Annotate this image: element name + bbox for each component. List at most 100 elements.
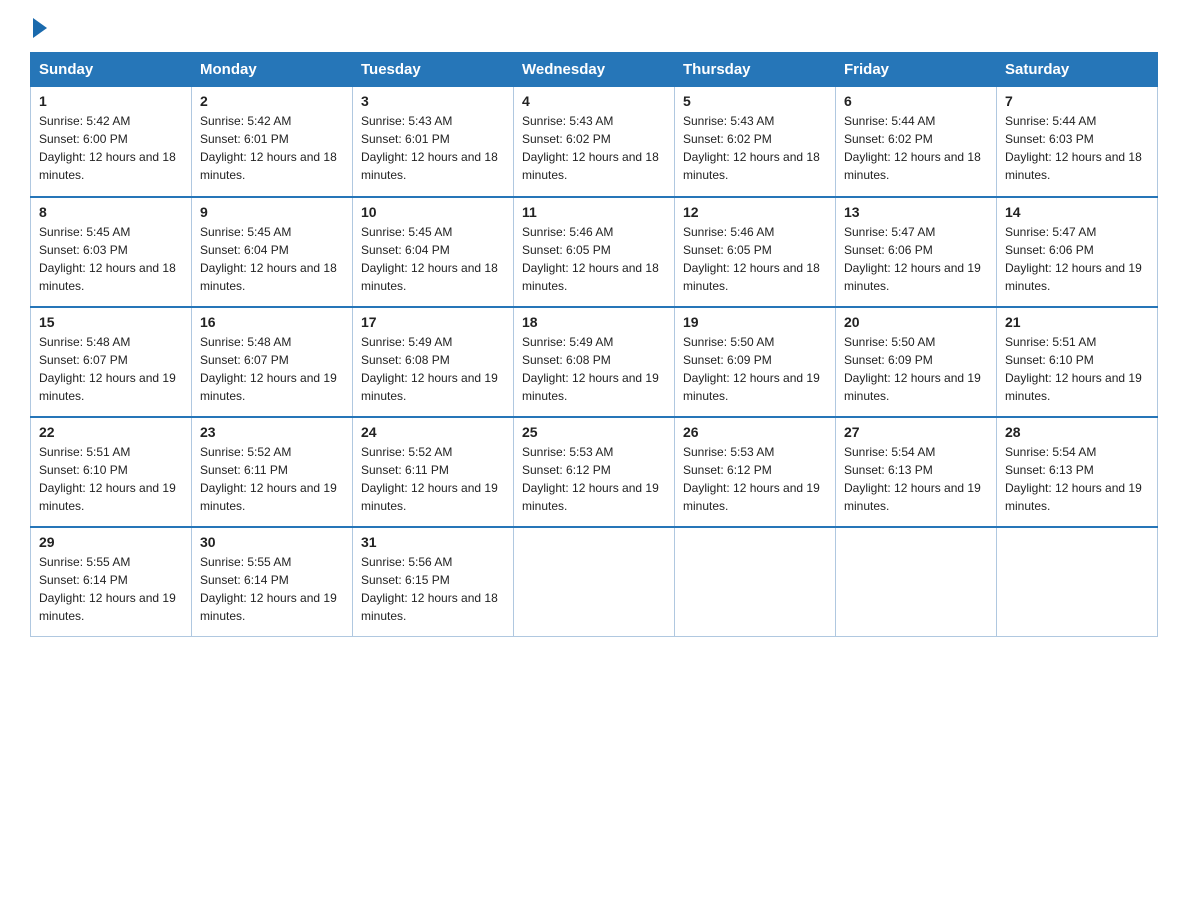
calendar-day-cell: 1 Sunrise: 5:42 AMSunset: 6:00 PMDaylight… xyxy=(31,87,192,197)
day-number: 2 xyxy=(200,93,344,109)
calendar-week-row: 15Sunrise: 5:48 AMSunset: 6:07 PMDayligh… xyxy=(31,307,1158,417)
day-info: Sunrise: 5:49 AMSunset: 6:08 PMDaylight:… xyxy=(522,333,666,405)
calendar-day-cell xyxy=(675,527,836,637)
day-info: Sunrise: 5:46 AMSunset: 6:05 PMDaylight:… xyxy=(522,223,666,295)
calendar-day-cell: 14 Sunrise: 5:47 AMSunset: 6:06 PMDayligh… xyxy=(997,197,1158,307)
day-number: 18 xyxy=(522,314,666,330)
calendar-day-cell: 7 Sunrise: 5:44 AMSunset: 6:03 PMDaylight… xyxy=(997,87,1158,197)
calendar-day-cell: 26Sunrise: 5:53 AMSunset: 6:12 PMDayligh… xyxy=(675,417,836,527)
day-info: Sunrise: 5:42 AMSunset: 6:00 PMDaylight:… xyxy=(39,112,183,184)
day-info: Sunrise: 5:45 AMSunset: 6:04 PMDaylight:… xyxy=(200,223,344,295)
calendar-day-cell: 12 Sunrise: 5:46 AMSunset: 6:05 PMDayligh… xyxy=(675,197,836,307)
calendar-day-cell: 18 Sunrise: 5:49 AMSunset: 6:08 PMDayligh… xyxy=(514,307,675,417)
day-number: 23 xyxy=(200,424,344,440)
day-number: 16 xyxy=(200,314,344,330)
day-number: 20 xyxy=(844,314,988,330)
day-info: Sunrise: 5:50 AMSunset: 6:09 PMDaylight:… xyxy=(683,333,827,405)
day-number: 21 xyxy=(1005,314,1149,330)
calendar-day-cell: 30 Sunrise: 5:55 AMSunset: 6:14 PMDayligh… xyxy=(192,527,353,637)
day-info: Sunrise: 5:48 AMSunset: 6:07 PMDaylight:… xyxy=(200,333,344,405)
day-number: 9 xyxy=(200,204,344,220)
day-info: Sunrise: 5:49 AMSunset: 6:08 PMDaylight:… xyxy=(361,333,505,405)
day-number: 25 xyxy=(522,424,666,440)
day-info: Sunrise: 5:52 AMSunset: 6:11 PMDaylight:… xyxy=(200,443,344,515)
day-number: 11 xyxy=(522,204,666,220)
day-info: Sunrise: 5:51 AMSunset: 6:10 PMDaylight:… xyxy=(1005,333,1149,405)
day-number: 12 xyxy=(683,204,827,220)
calendar-table: SundayMondayTuesdayWednesdayThursdayFrid… xyxy=(30,52,1158,637)
day-info: Sunrise: 5:47 AMSunset: 6:06 PMDaylight:… xyxy=(844,223,988,295)
calendar-day-cell: 8 Sunrise: 5:45 AMSunset: 6:03 PMDaylight… xyxy=(31,197,192,307)
day-number: 10 xyxy=(361,204,505,220)
day-number: 27 xyxy=(844,424,988,440)
calendar-day-cell: 29 Sunrise: 5:55 AMSunset: 6:14 PMDayligh… xyxy=(31,527,192,637)
day-number: 31 xyxy=(361,534,505,550)
calendar-week-row: 29 Sunrise: 5:55 AMSunset: 6:14 PMDayligh… xyxy=(31,527,1158,637)
calendar-day-cell: 13 Sunrise: 5:47 AMSunset: 6:06 PMDayligh… xyxy=(836,197,997,307)
day-number: 28 xyxy=(1005,424,1149,440)
calendar-day-cell: 2 Sunrise: 5:42 AMSunset: 6:01 PMDaylight… xyxy=(192,87,353,197)
day-info: Sunrise: 5:48 AMSunset: 6:07 PMDaylight:… xyxy=(39,333,183,405)
day-info: Sunrise: 5:42 AMSunset: 6:01 PMDaylight:… xyxy=(200,112,344,184)
calendar-day-cell: 15Sunrise: 5:48 AMSunset: 6:07 PMDayligh… xyxy=(31,307,192,417)
day-info: Sunrise: 5:53 AMSunset: 6:12 PMDaylight:… xyxy=(522,443,666,515)
day-number: 13 xyxy=(844,204,988,220)
page-header xyxy=(30,20,1158,34)
calendar-day-cell: 17Sunrise: 5:49 AMSunset: 6:08 PMDayligh… xyxy=(353,307,514,417)
day-number: 26 xyxy=(683,424,827,440)
calendar-day-cell: 10 Sunrise: 5:45 AMSunset: 6:04 PMDayligh… xyxy=(353,197,514,307)
calendar-day-cell: 22 Sunrise: 5:51 AMSunset: 6:10 PMDayligh… xyxy=(31,417,192,527)
calendar-day-cell: 6 Sunrise: 5:44 AMSunset: 6:02 PMDaylight… xyxy=(836,87,997,197)
calendar-day-cell: 31Sunrise: 5:56 AMSunset: 6:15 PMDayligh… xyxy=(353,527,514,637)
day-number: 22 xyxy=(39,424,183,440)
column-header-monday: Monday xyxy=(192,53,353,87)
column-header-tuesday: Tuesday xyxy=(353,53,514,87)
day-info: Sunrise: 5:55 AMSunset: 6:14 PMDaylight:… xyxy=(39,553,183,625)
day-number: 4 xyxy=(522,93,666,109)
column-header-saturday: Saturday xyxy=(997,53,1158,87)
day-number: 30 xyxy=(200,534,344,550)
day-info: Sunrise: 5:47 AMSunset: 6:06 PMDaylight:… xyxy=(1005,223,1149,295)
day-info: Sunrise: 5:44 AMSunset: 6:02 PMDaylight:… xyxy=(844,112,988,184)
day-number: 8 xyxy=(39,204,183,220)
column-header-friday: Friday xyxy=(836,53,997,87)
calendar-header-row: SundayMondayTuesdayWednesdayThursdayFrid… xyxy=(31,53,1158,87)
day-info: Sunrise: 5:45 AMSunset: 6:04 PMDaylight:… xyxy=(361,223,505,295)
day-info: Sunrise: 5:43 AMSunset: 6:01 PMDaylight:… xyxy=(361,112,505,184)
column-header-thursday: Thursday xyxy=(675,53,836,87)
day-info: Sunrise: 5:54 AMSunset: 6:13 PMDaylight:… xyxy=(844,443,988,515)
day-number: 7 xyxy=(1005,93,1149,109)
day-info: Sunrise: 5:55 AMSunset: 6:14 PMDaylight:… xyxy=(200,553,344,625)
calendar-day-cell xyxy=(836,527,997,637)
calendar-day-cell: 19 Sunrise: 5:50 AMSunset: 6:09 PMDayligh… xyxy=(675,307,836,417)
day-number: 1 xyxy=(39,93,183,109)
day-info: Sunrise: 5:52 AMSunset: 6:11 PMDaylight:… xyxy=(361,443,505,515)
calendar-day-cell: 4 Sunrise: 5:43 AMSunset: 6:02 PMDaylight… xyxy=(514,87,675,197)
calendar-day-cell: 24 Sunrise: 5:52 AMSunset: 6:11 PMDayligh… xyxy=(353,417,514,527)
calendar-day-cell: 25 Sunrise: 5:53 AMSunset: 6:12 PMDayligh… xyxy=(514,417,675,527)
day-info: Sunrise: 5:50 AMSunset: 6:09 PMDaylight:… xyxy=(844,333,988,405)
calendar-week-row: 22 Sunrise: 5:51 AMSunset: 6:10 PMDayligh… xyxy=(31,417,1158,527)
calendar-week-row: 1 Sunrise: 5:42 AMSunset: 6:00 PMDaylight… xyxy=(31,87,1158,197)
day-number: 19 xyxy=(683,314,827,330)
day-number: 14 xyxy=(1005,204,1149,220)
calendar-day-cell: 21 Sunrise: 5:51 AMSunset: 6:10 PMDayligh… xyxy=(997,307,1158,417)
day-number: 24 xyxy=(361,424,505,440)
day-info: Sunrise: 5:43 AMSunset: 6:02 PMDaylight:… xyxy=(683,112,827,184)
calendar-day-cell xyxy=(997,527,1158,637)
day-number: 3 xyxy=(361,93,505,109)
calendar-day-cell: 20 Sunrise: 5:50 AMSunset: 6:09 PMDayligh… xyxy=(836,307,997,417)
column-header-sunday: Sunday xyxy=(31,53,192,87)
logo xyxy=(30,20,47,34)
day-number: 6 xyxy=(844,93,988,109)
day-info: Sunrise: 5:51 AMSunset: 6:10 PMDaylight:… xyxy=(39,443,183,515)
day-number: 5 xyxy=(683,93,827,109)
calendar-day-cell: 9 Sunrise: 5:45 AMSunset: 6:04 PMDaylight… xyxy=(192,197,353,307)
calendar-day-cell: 5 Sunrise: 5:43 AMSunset: 6:02 PMDaylight… xyxy=(675,87,836,197)
day-info: Sunrise: 5:43 AMSunset: 6:02 PMDaylight:… xyxy=(522,112,666,184)
day-info: Sunrise: 5:46 AMSunset: 6:05 PMDaylight:… xyxy=(683,223,827,295)
calendar-day-cell: 23 Sunrise: 5:52 AMSunset: 6:11 PMDayligh… xyxy=(192,417,353,527)
day-info: Sunrise: 5:44 AMSunset: 6:03 PMDaylight:… xyxy=(1005,112,1149,184)
day-number: 29 xyxy=(39,534,183,550)
day-info: Sunrise: 5:45 AMSunset: 6:03 PMDaylight:… xyxy=(39,223,183,295)
